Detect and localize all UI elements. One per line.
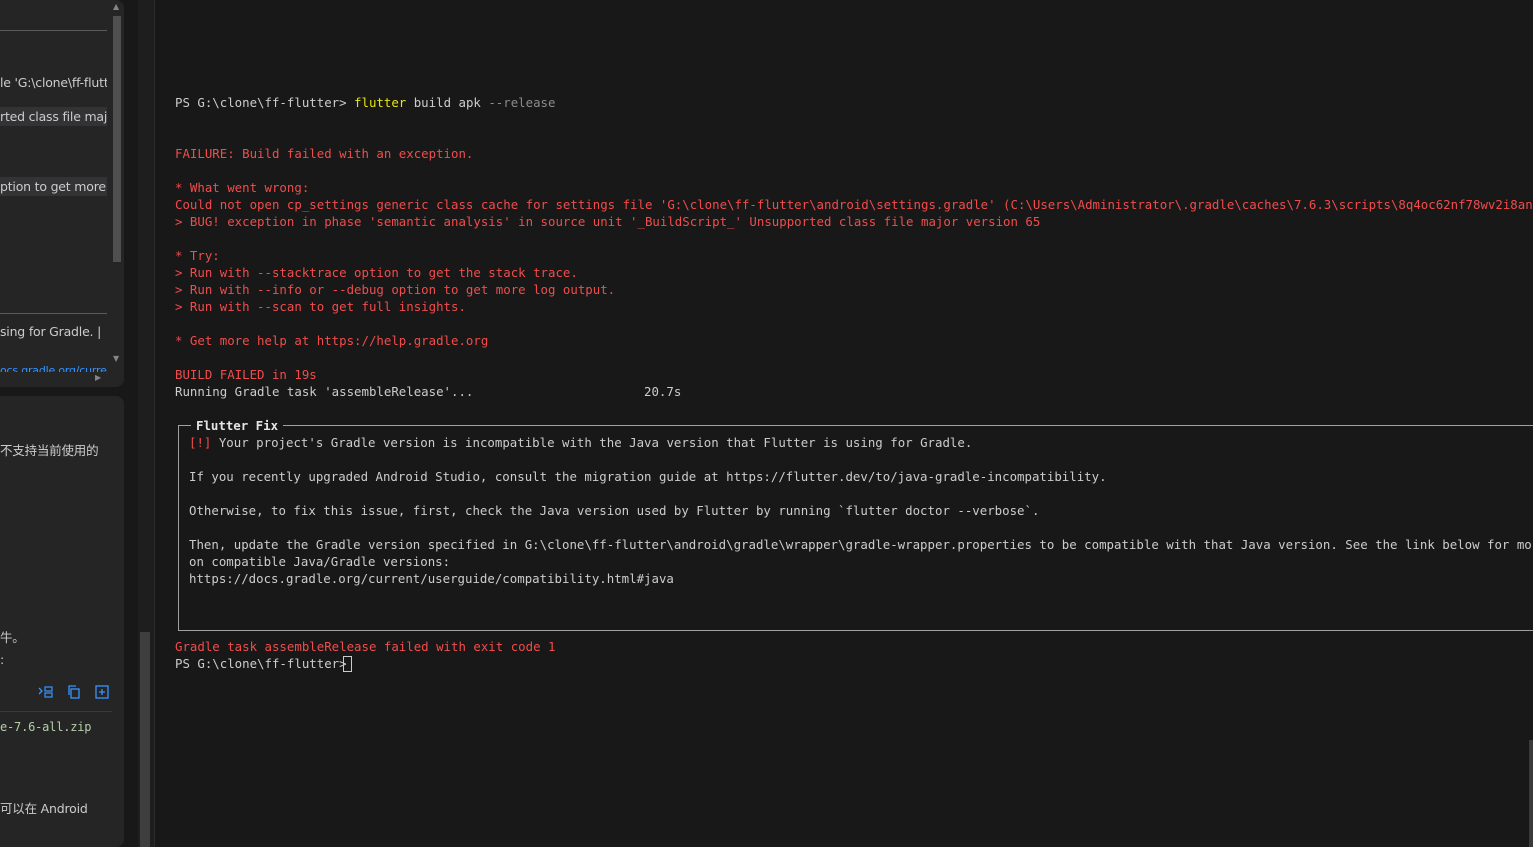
chat-text: sing for Gradle. | [0, 324, 102, 339]
terminal-line: Could not open cp_settings generic class… [175, 197, 1533, 212]
chat-text: 牛。 [0, 630, 25, 645]
insert-at-cursor-icon[interactable] [38, 684, 54, 700]
terminal-line: [!] Your project's Gradle version is inc… [189, 434, 972, 451]
scroll-up-icon[interactable]: ▲ [113, 2, 119, 11]
chat-text-highlight: ption to get more [0, 177, 107, 196]
terminal-timing: 20.7s [644, 384, 682, 399]
panel-scrollbar-thumb[interactable] [140, 632, 150, 847]
divider [0, 711, 112, 712]
terminal-line: Otherwise, to fix this issue, first, che… [189, 503, 1040, 518]
scrollbar-thumb[interactable] [113, 16, 121, 262]
terminal-scrollbar[interactable] [1529, 740, 1533, 847]
terminal-line: * Get more help at https://help.gradle.o… [175, 333, 489, 348]
divider [0, 313, 107, 314]
terminal-line: > BUG! exception in phase 'semantic anal… [175, 214, 1041, 229]
flutter-fix-title: Flutter Fix [191, 417, 284, 434]
terminal-line: on compatible Java/Gradle versions: [189, 554, 451, 569]
chat-text-highlight: rted class file major [0, 107, 107, 126]
terminal-line: * Try: [175, 248, 220, 263]
insert-new-file-icon[interactable] [94, 684, 110, 700]
terminal-line: If you recently upgraded Android Studio,… [189, 469, 1107, 484]
chat-text: 不支持当前使用的 [0, 443, 99, 458]
terminal-line: Gradle task assembleRelease failed with … [175, 639, 556, 654]
flutter-fix-box [178, 425, 1533, 631]
terminal-flag: --release [488, 95, 556, 110]
chat-text: le 'G:\clone\ff-flutt [0, 75, 107, 90]
terminal-command: flutter [354, 95, 407, 110]
code-block-text: e-7.6-all.zip [0, 720, 92, 734]
code-block-toolbar [0, 684, 124, 706]
terminal-line: > Run with --stacktrace option to get th… [175, 265, 578, 280]
terminal-line: Then, update the Gradle version specifie… [189, 537, 1533, 552]
chat-scrollbar[interactable]: ▲ ▼ [110, 0, 124, 387]
warning-marker: [!] [189, 435, 212, 450]
scroll-right-icon[interactable]: ▶ [95, 373, 101, 382]
terminal-line: > Run with --scan to get full insights. [175, 299, 466, 314]
copy-icon[interactable] [66, 684, 82, 700]
terminal-line: > Run with --info or --debug option to g… [175, 282, 616, 297]
terminal-prompt: PS G:\clone\ff-flutter> [175, 95, 355, 110]
divider [0, 30, 107, 31]
terminal-args: build apk [406, 95, 489, 110]
terminal-cursor [343, 656, 352, 672]
scroll-down-icon[interactable]: ▼ [113, 354, 119, 363]
chat-text: : [0, 652, 5, 667]
terminal-line: * What went wrong: [175, 180, 310, 195]
terminal-line: PS G:\clone\ff-flutter> flutter build ap… [175, 94, 555, 111]
chat-message-card: le 'G:\clone\ff-flutt rted class file ma… [0, 0, 124, 387]
chat-panel: le 'G:\clone\ff-flutt rted class file ma… [0, 0, 138, 847]
terminal-text: Your project's Gradle version is incompa… [211, 435, 973, 450]
chat-link[interactable]: ocs.gradle.org/current/userguide/compati… [0, 364, 107, 372]
terminal-prompt: PS G:\clone\ff-flutter> [175, 656, 355, 671]
terminal-link[interactable]: https://docs.gradle.org/current/userguid… [189, 570, 674, 587]
terminal-line: FAILURE: Build failed with an exception. [175, 146, 474, 161]
terminal-panel[interactable]: PS G:\clone\ff-flutter> flutter build ap… [155, 0, 1533, 847]
chat-text: 可以在 Android [0, 801, 88, 816]
terminal-line: BUILD FAILED in 19s [175, 367, 317, 382]
terminal-line: Running Gradle task 'assembleRelease'... [175, 384, 474, 399]
chat-message-card: 不支持当前使用的 牛。 : e-7.6-all.zip 可以在 Android [0, 396, 124, 847]
